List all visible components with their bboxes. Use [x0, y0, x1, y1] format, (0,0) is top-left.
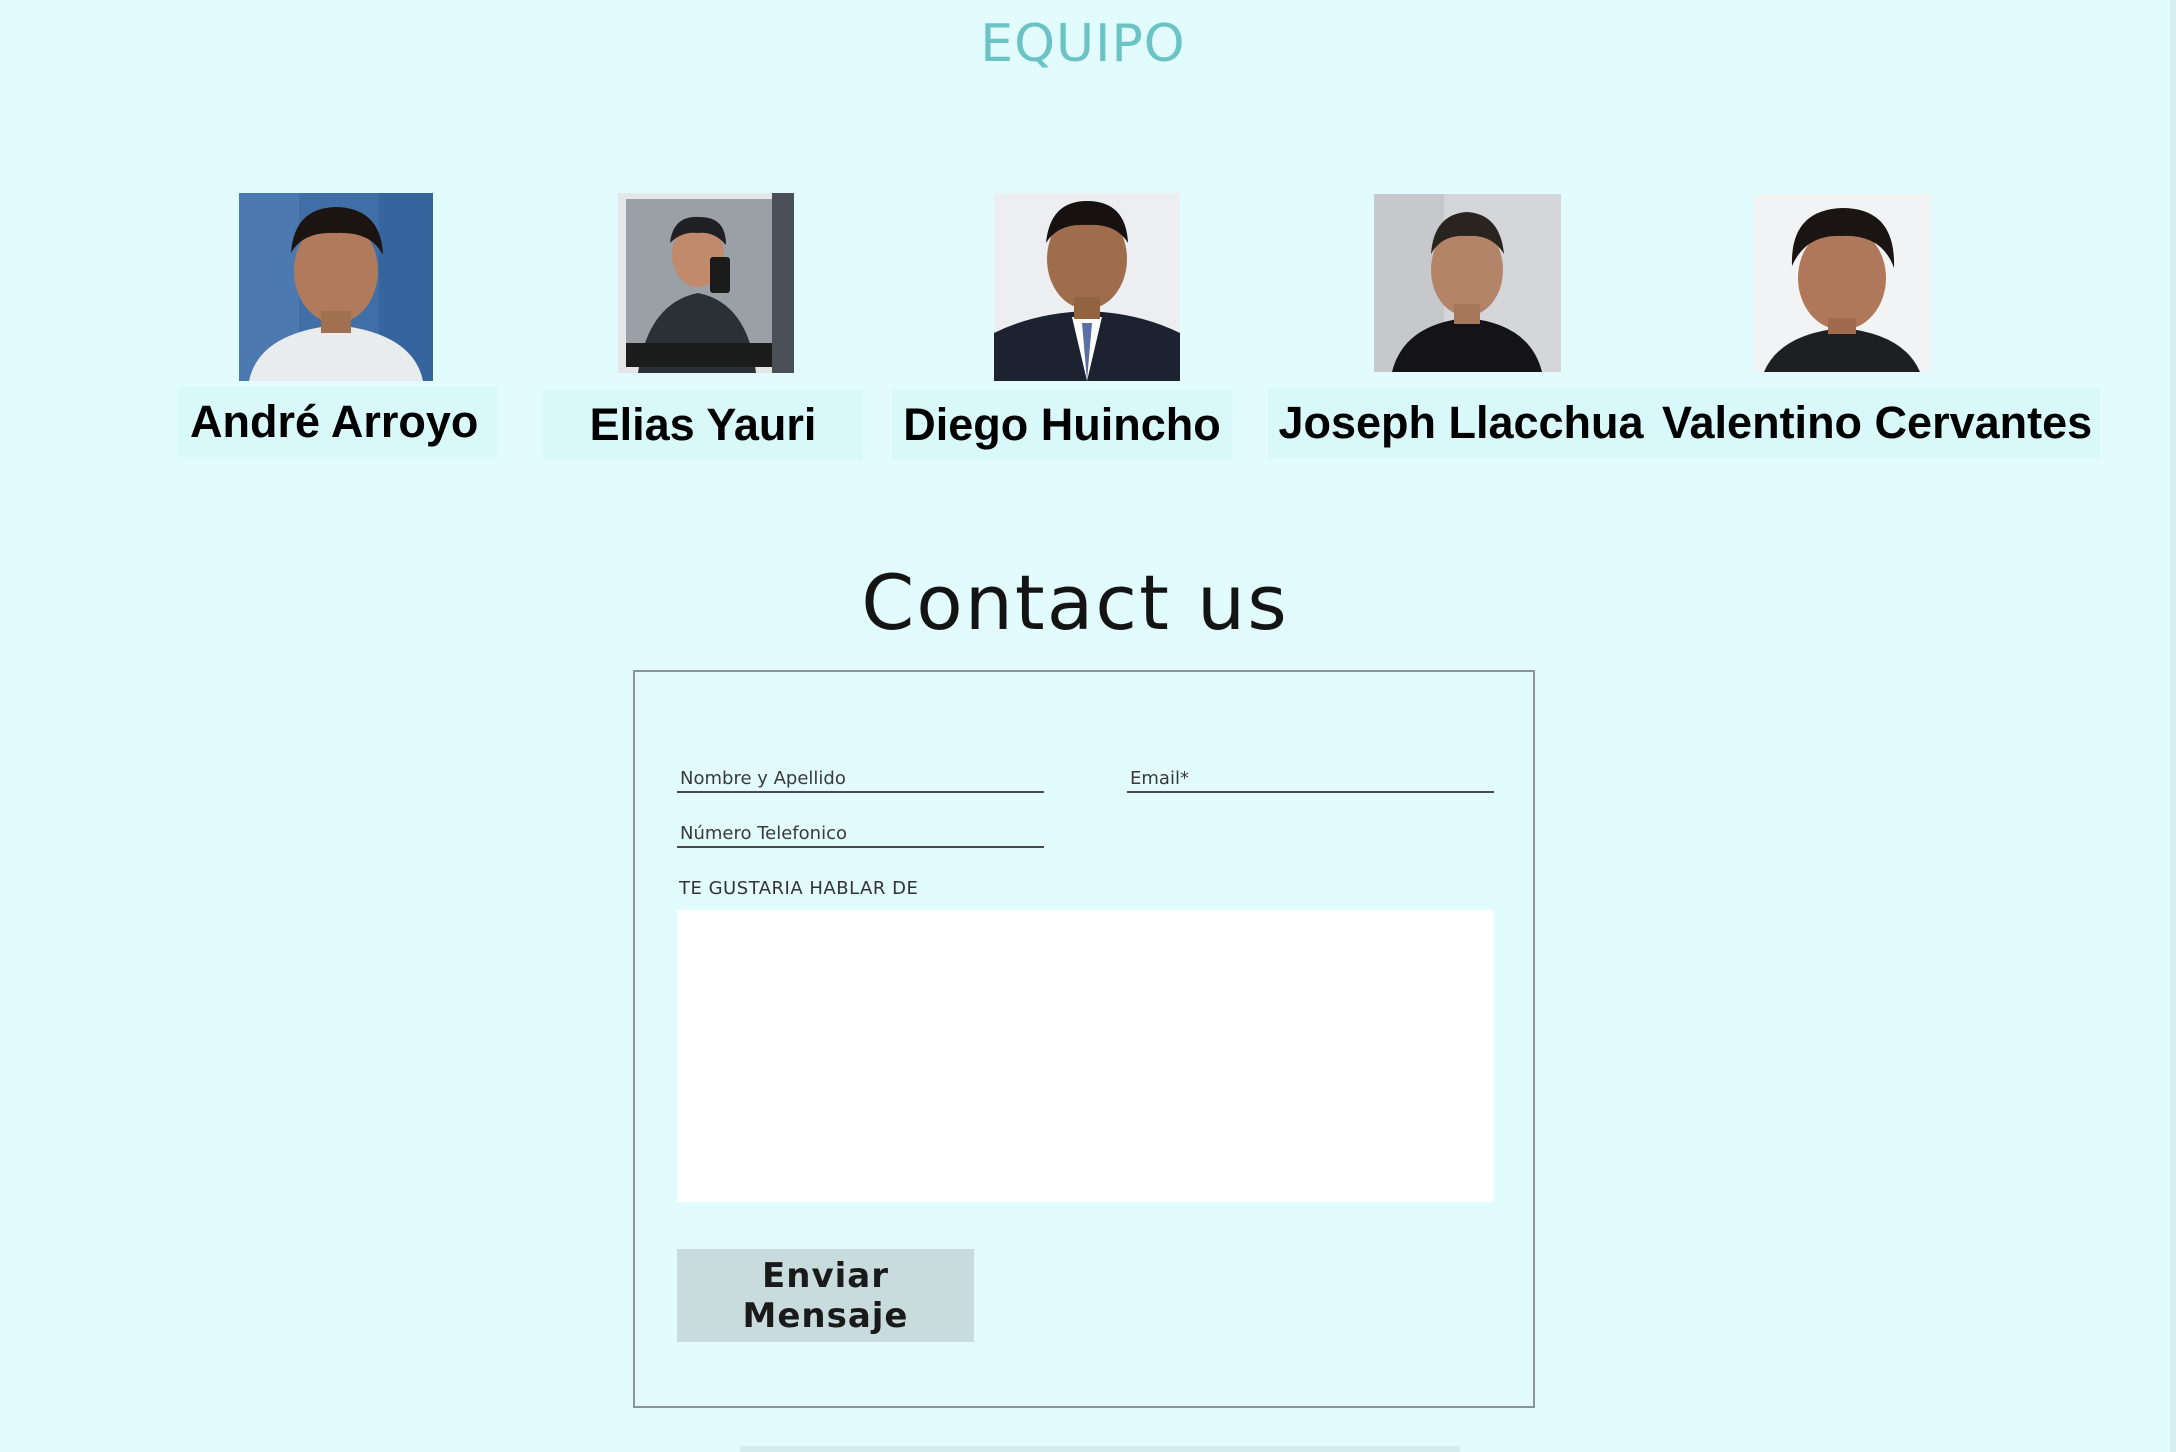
member-name-elias: Elias Yauri: [543, 390, 863, 460]
phone-input[interactable]: [677, 823, 1044, 844]
send-message-button[interactable]: Enviar Mensaje: [677, 1249, 974, 1342]
bottom-divider: [740, 1446, 1460, 1452]
member-photo-andre: [239, 193, 433, 381]
member-name-joseph: Joseph Llacchua: [1268, 388, 1654, 458]
message-label: TE GUSTARIA HABLAR DE: [679, 878, 919, 899]
phone-field: [677, 812, 1044, 848]
email-input[interactable]: [1127, 768, 1494, 789]
member-photo-diego: [994, 193, 1180, 381]
member-photo-joseph: [1374, 194, 1561, 372]
page-edge: [2170, 0, 2176, 1452]
member-photo-valentino: [1754, 194, 1931, 372]
member-name-diego: Diego Huincho: [892, 390, 1232, 460]
message-textarea[interactable]: [677, 910, 1494, 1202]
team-section-title: EQUIPO: [980, 14, 1186, 74]
page: EQUIPO André Arroyo Elias Yauri Diego Hu…: [0, 0, 2176, 1452]
email-field: [1127, 757, 1494, 793]
contact-title: Contact us: [861, 558, 1289, 647]
name-field: [677, 757, 1044, 793]
name-input[interactable]: [677, 768, 1044, 789]
member-photo-elias: [618, 193, 794, 373]
member-name-andre: André Arroyo: [178, 387, 498, 457]
member-name-valentino: Valentino Cervantes: [1650, 388, 2100, 458]
